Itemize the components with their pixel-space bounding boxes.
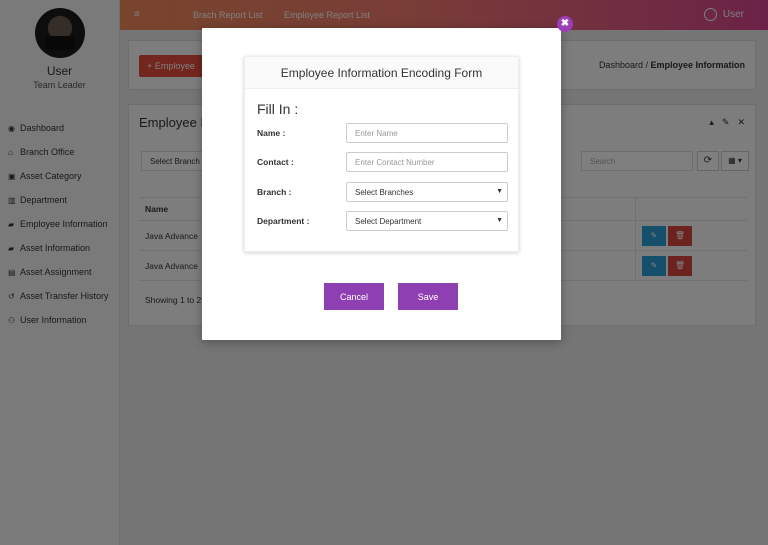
form-title: Employee Information Encoding Form (245, 57, 518, 89)
department-select[interactable]: Select Department ▼ (346, 211, 508, 231)
form-panel: Employee Information Encoding Form Fill … (244, 56, 519, 252)
department-select-value: Select Department (355, 217, 422, 226)
branch-select[interactable]: Select Branches ▼ (346, 182, 508, 202)
name-field[interactable]: Enter Name (346, 123, 508, 143)
cancel-button[interactable]: Cancel (324, 283, 384, 310)
name-label: Name : (257, 128, 286, 138)
branch-select-value: Select Branches (355, 188, 414, 197)
department-label: Department : (257, 216, 310, 226)
caret-down-icon: ▼ (496, 188, 503, 195)
contact-label: Contact : (257, 157, 294, 167)
branch-label: Branch : (257, 187, 292, 197)
caret-down-icon: ▼ (496, 217, 503, 224)
employee-form-modal: Employee Information Encoding Form Fill … (202, 28, 561, 340)
fill-in-heading: Fill In : (257, 101, 299, 117)
close-modal-icon[interactable]: ✖ (557, 16, 573, 32)
save-button[interactable]: Save (398, 283, 458, 310)
contact-field[interactable]: Enter Contact Number (346, 152, 508, 172)
